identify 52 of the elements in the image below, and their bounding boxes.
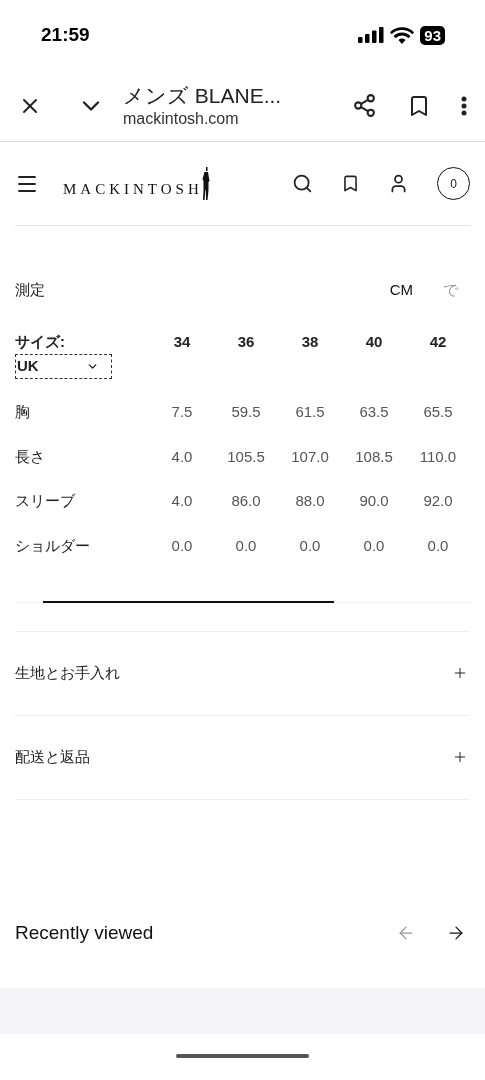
size-heading: 38 [301,332,319,352]
accordion-header[interactable]: 配送と返品 [15,715,470,800]
table-cell-text: 0.0 [427,536,449,557]
table-cell-text: 88.0 [295,491,325,512]
table-cell-text: 4.0 [171,446,193,467]
table-cell-text: 92.0 [423,491,453,512]
brand-logo[interactable]: MACKINTOSH [63,178,203,201]
unit-tab[interactable]: CM [389,278,413,302]
wishlist-button[interactable] [341,174,360,193]
size-heading: 40 [365,332,383,352]
chart-title: 測定 [15,279,45,300]
search-button[interactable] [292,173,313,194]
page-title: メンズ BLANE... [123,82,282,109]
battery-icon: 93 [420,25,445,45]
table-cell-text: 0.0 [171,536,193,557]
wifi-icon [390,26,415,44]
table-cell-text: 86.0 [231,491,261,512]
table-cell-text: 7.5 [171,402,193,423]
section-heading: Recently viewed [15,920,154,945]
figure-icon [200,166,211,201]
table-cell-text: 4.0 [171,491,193,512]
table-cell-text: 107.0 [291,446,329,467]
size-system-dropdown[interactable]: UK [15,354,112,379]
more-button[interactable] [461,95,467,116]
more-icon [461,95,467,116]
bookmark-icon [341,174,360,193]
table-cell-text: 90.0 [359,491,389,512]
share-button[interactable] [352,93,377,118]
table-cell-text: 61.5 [295,402,325,423]
table-cell-text: 59.5 [231,402,261,423]
status-time: 21:59 [41,22,90,47]
measure-label: ショルダー [15,536,91,557]
search-icon [292,173,313,194]
share-icon [352,93,377,118]
size-heading: 42 [429,332,447,352]
table-cell-text: 0.0 [235,536,257,557]
page-url: mackintosh.com [123,108,240,129]
size-heading: 36 [237,332,255,352]
table-cell-text: 65.5 [423,402,453,423]
measure-label: 胸 [15,402,31,423]
measure-label: スリーブ [15,491,76,512]
measure-label: 長さ [15,446,46,467]
table-cell-text: 0.0 [299,536,321,557]
table-cell-text: 0.0 [363,536,385,557]
table-cell-text: 105.5 [227,446,265,467]
size-label: サイズ: [15,332,66,352]
size-heading: 34 [173,332,191,352]
accordion-header[interactable]: 生地とお手入れ [15,631,470,716]
signal-icon [358,27,385,43]
table-cell-text: 63.5 [359,402,389,423]
table-cell-text: 108.5 [355,446,393,467]
table-cell-text: 110.0 [419,446,457,467]
